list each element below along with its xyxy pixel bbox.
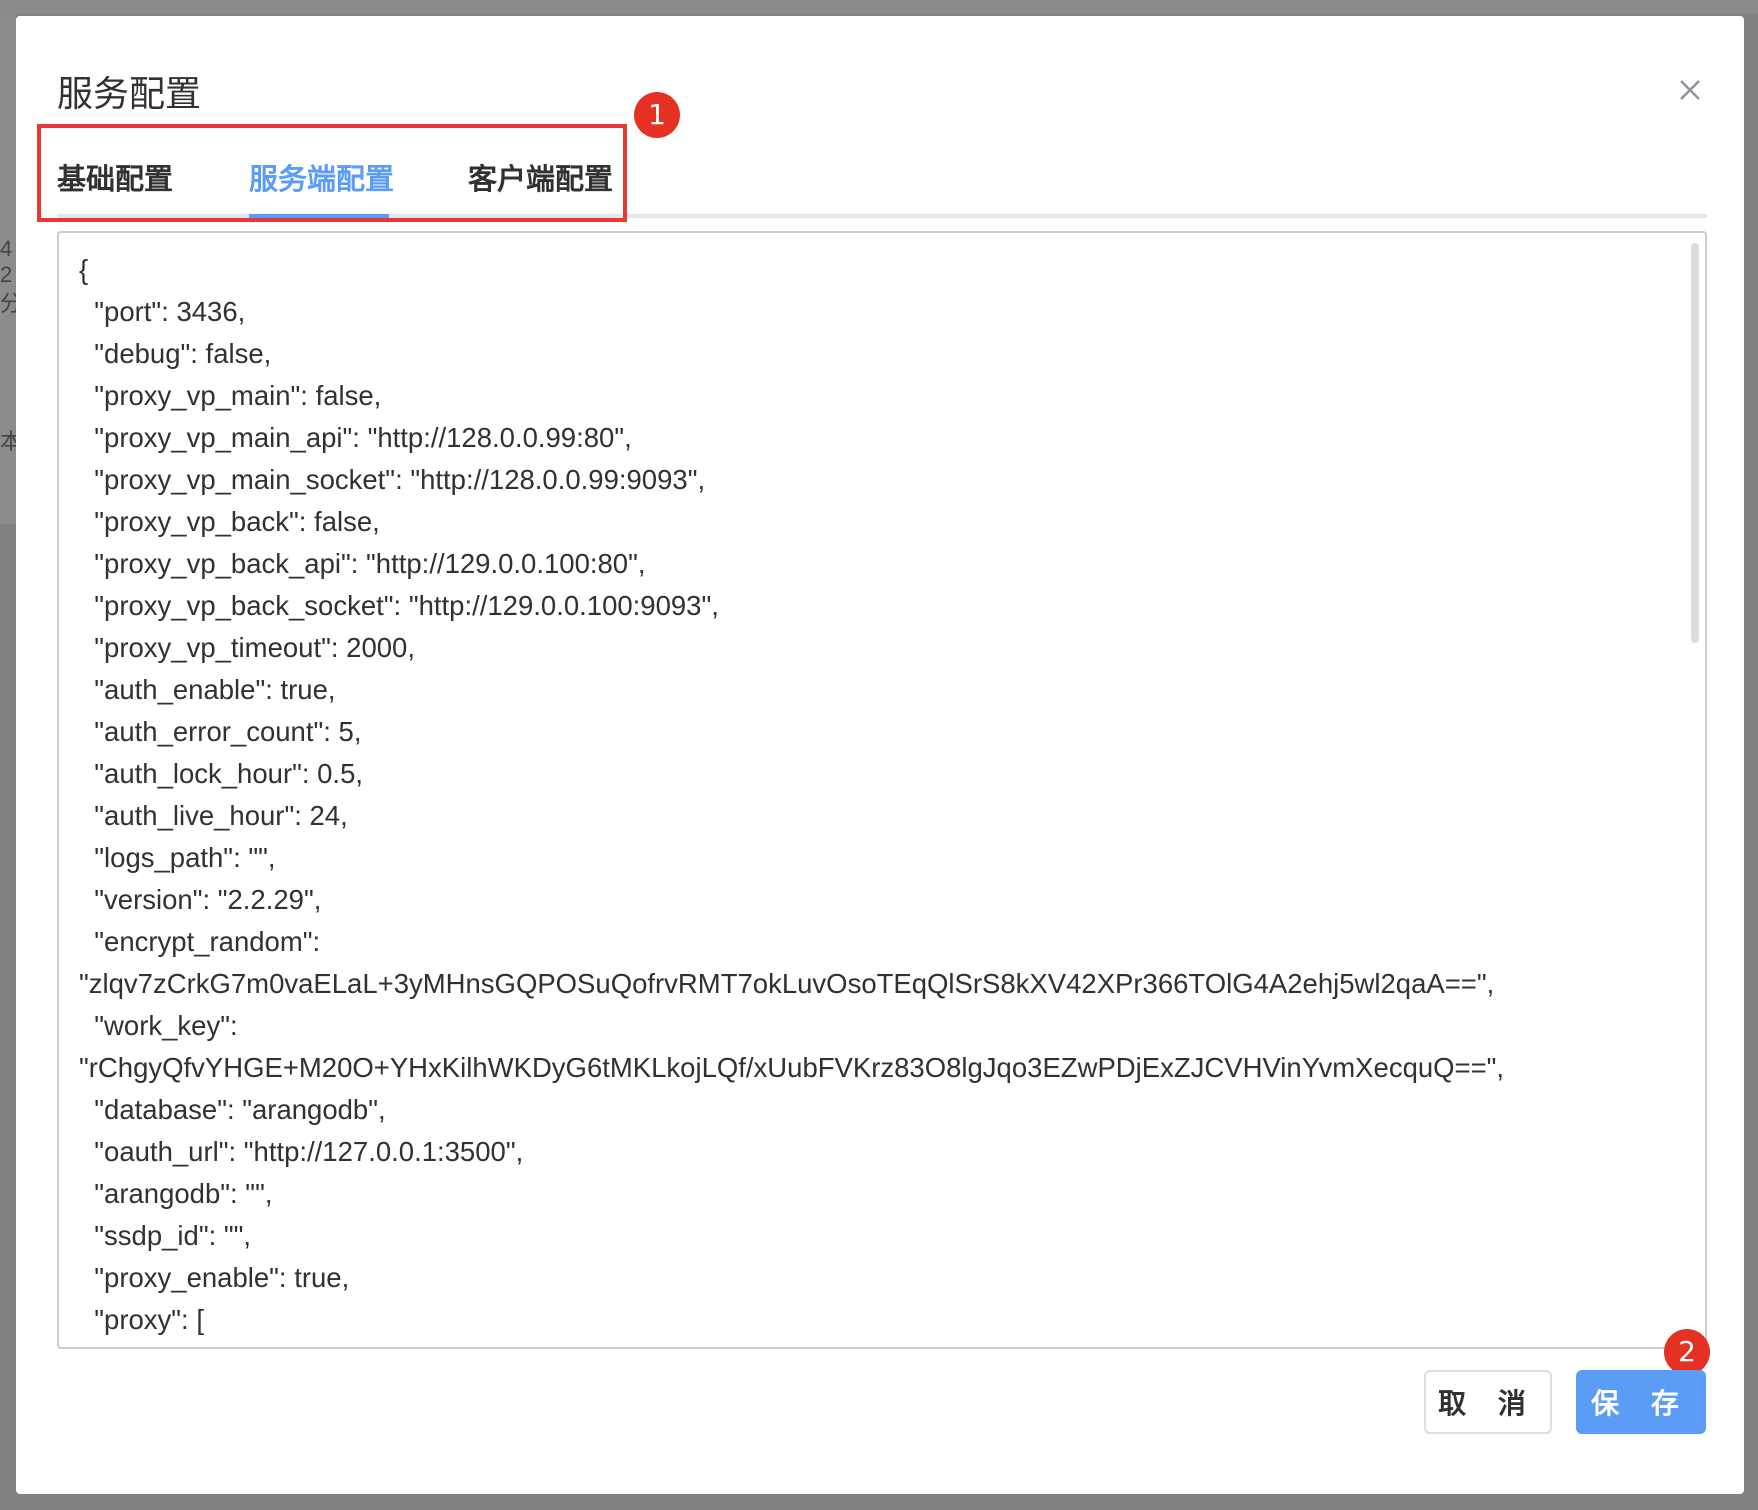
config-json-editor[interactable]: { "port": 3436, "debug": false, "proxy_v… <box>57 231 1707 1349</box>
background-top-strip <box>0 0 1758 14</box>
annotation-badge-2: 2 <box>1664 1329 1710 1375</box>
cancel-button[interactable]: 取 消 <box>1424 1370 1552 1434</box>
editor-scrollbar[interactable] <box>1691 243 1699 643</box>
background-fragment: 4 2 <box>0 236 13 287</box>
save-button[interactable]: 保 存 <box>1576 1370 1706 1434</box>
background-left-strip: 4 2 分 本 <box>0 14 22 524</box>
service-config-dialog: 服务配置 基础配置 服务端配置 客户端配置 1 { "port": 3436, … <box>16 16 1744 1494</box>
close-icon <box>1680 80 1700 100</box>
close-button[interactable] <box>1672 72 1708 108</box>
dialog-title: 服务配置 <box>57 73 202 114</box>
annotation-badge-1: 1 <box>634 92 680 138</box>
config-json-content: { "port": 3436, "debug": false, "proxy_v… <box>79 254 1505 1347</box>
annotation-highlight-box <box>37 124 627 222</box>
